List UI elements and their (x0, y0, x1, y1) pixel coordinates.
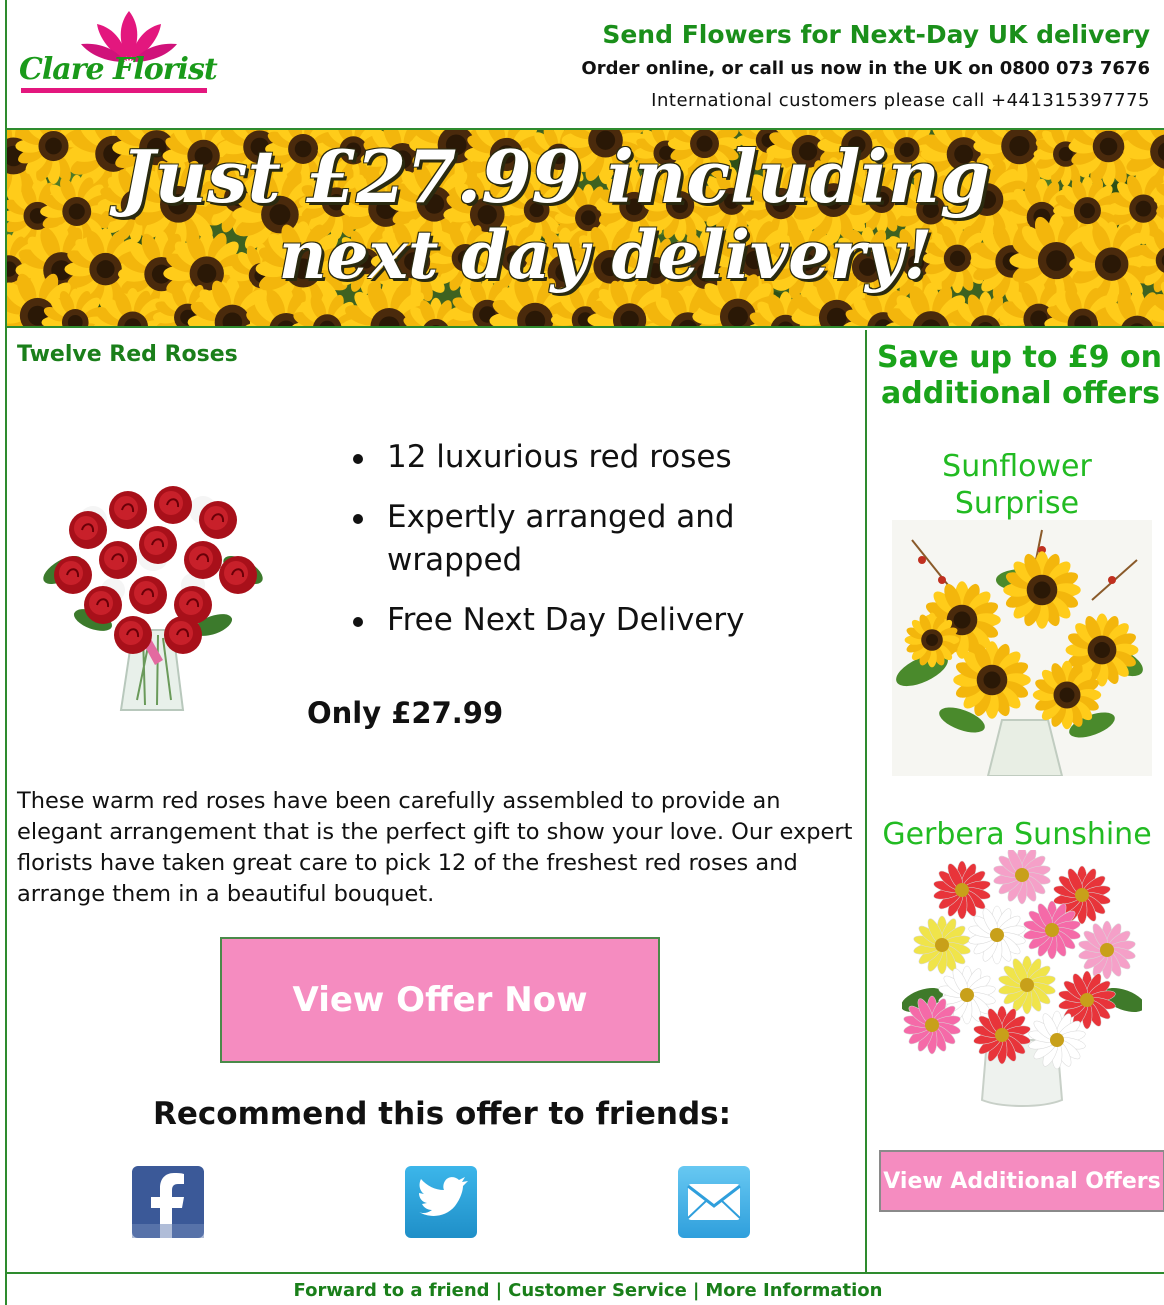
recommend-heading: Recommend this offer to friends: (153, 1096, 731, 1132)
logo[interactable]: Clare Florist (19, 11, 219, 98)
product-title[interactable]: Twelve Red Roses (17, 342, 238, 367)
customer-service-link[interactable]: Customer Service (508, 1280, 687, 1301)
sunflower-icon (1003, 551, 1081, 629)
footer-links: Forward to a friend | Customer Service | Mor… (0, 1280, 1164, 1301)
header-order-line: Order online, or call us now in the UK o… (581, 58, 1150, 79)
feature-text: Free Next Day Delivery (387, 602, 745, 638)
footer-divider (7, 1272, 1164, 1274)
rose-icon (84, 586, 122, 624)
feature-item: 12 luxurious red roses (347, 436, 837, 479)
forward-to-friend-link[interactable]: Forward to a friend (294, 1280, 490, 1301)
sunflower-surprise-image[interactable] (892, 520, 1152, 776)
sunflower-icon (904, 612, 960, 668)
more-information-link[interactable]: More Information (705, 1280, 882, 1301)
side-title-line2: additional offers (881, 376, 1160, 411)
view-offer-button[interactable]: View Offer Now (220, 937, 660, 1063)
rose-icon (164, 616, 202, 654)
side-title-line1: Save up to £9 on (877, 340, 1163, 375)
footer-separator: | (495, 1280, 503, 1301)
rose-icon (139, 526, 177, 564)
rose-icon (219, 556, 257, 594)
promo-banner[interactable]: Just £27.99 including next day delivery! (7, 128, 1164, 328)
twitter-icon[interactable] (405, 1166, 477, 1238)
logo-underline (21, 88, 207, 93)
rose-icon (129, 576, 167, 614)
header-international-line: International customers please call +441… (651, 90, 1150, 111)
offer-name-sunflower[interactable]: Sunflower Surprise (867, 448, 1164, 522)
feature-text: Expertly arranged and wrapped (387, 499, 735, 578)
bullet (353, 454, 363, 464)
header: Clare Florist Send Flowers for Next-Day … (7, 0, 1164, 128)
red-roses-image[interactable] (33, 460, 273, 720)
bullet (353, 514, 363, 524)
email-icon[interactable] (678, 1166, 750, 1238)
rose-icon (154, 486, 192, 524)
rose-icon (114, 616, 152, 654)
feature-item: Expertly arranged and wrapped (347, 496, 837, 582)
rose-icon (69, 511, 107, 549)
banner-line2: next day delivery! (278, 216, 933, 294)
product-price: Only £27.99 (307, 696, 504, 730)
facebook-icon[interactable] (132, 1166, 204, 1238)
offer-name-gerbera[interactable]: Gerbera Sunshine (867, 816, 1164, 853)
logo-text: Clare Florist (19, 52, 218, 87)
sunflower-icon (1032, 660, 1102, 730)
sunflower-icon (953, 641, 1031, 719)
feature-item: Free Next Day Delivery (347, 599, 837, 642)
product-description: These warm red roses have been carefully… (17, 788, 853, 907)
email-frame: Clare Florist Send Flowers for Next-Day … (0, 0, 1164, 1305)
header-headline: Send Flowers for Next-Day UK delivery (602, 20, 1150, 49)
bullet (353, 617, 363, 627)
gerbera-sunshine-image[interactable] (902, 850, 1142, 1110)
rose-icon (199, 501, 237, 539)
feature-list: 12 luxurious red roses Expertly arranged… (347, 436, 837, 659)
rose-icon (109, 491, 147, 529)
additional-offers: Save up to £9 on additional offers Sunfl… (867, 330, 1164, 1272)
side-title: Save up to £9 on additional offers (877, 340, 1164, 412)
rose-icon (54, 556, 92, 594)
feature-text: 12 luxurious red roses (387, 439, 732, 475)
view-additional-offers-button[interactable]: View Additional Offers (879, 1150, 1164, 1212)
banner-text: Just £27.99 including next day delivery! (7, 134, 1164, 295)
banner-line1: Just £27.99 including (120, 134, 991, 219)
footer-separator: | (692, 1280, 700, 1301)
product-section: Twelve Red Roses 12 luxurious red roses … (7, 330, 865, 1272)
rose-icon (184, 541, 222, 579)
rose-icon (99, 541, 137, 579)
